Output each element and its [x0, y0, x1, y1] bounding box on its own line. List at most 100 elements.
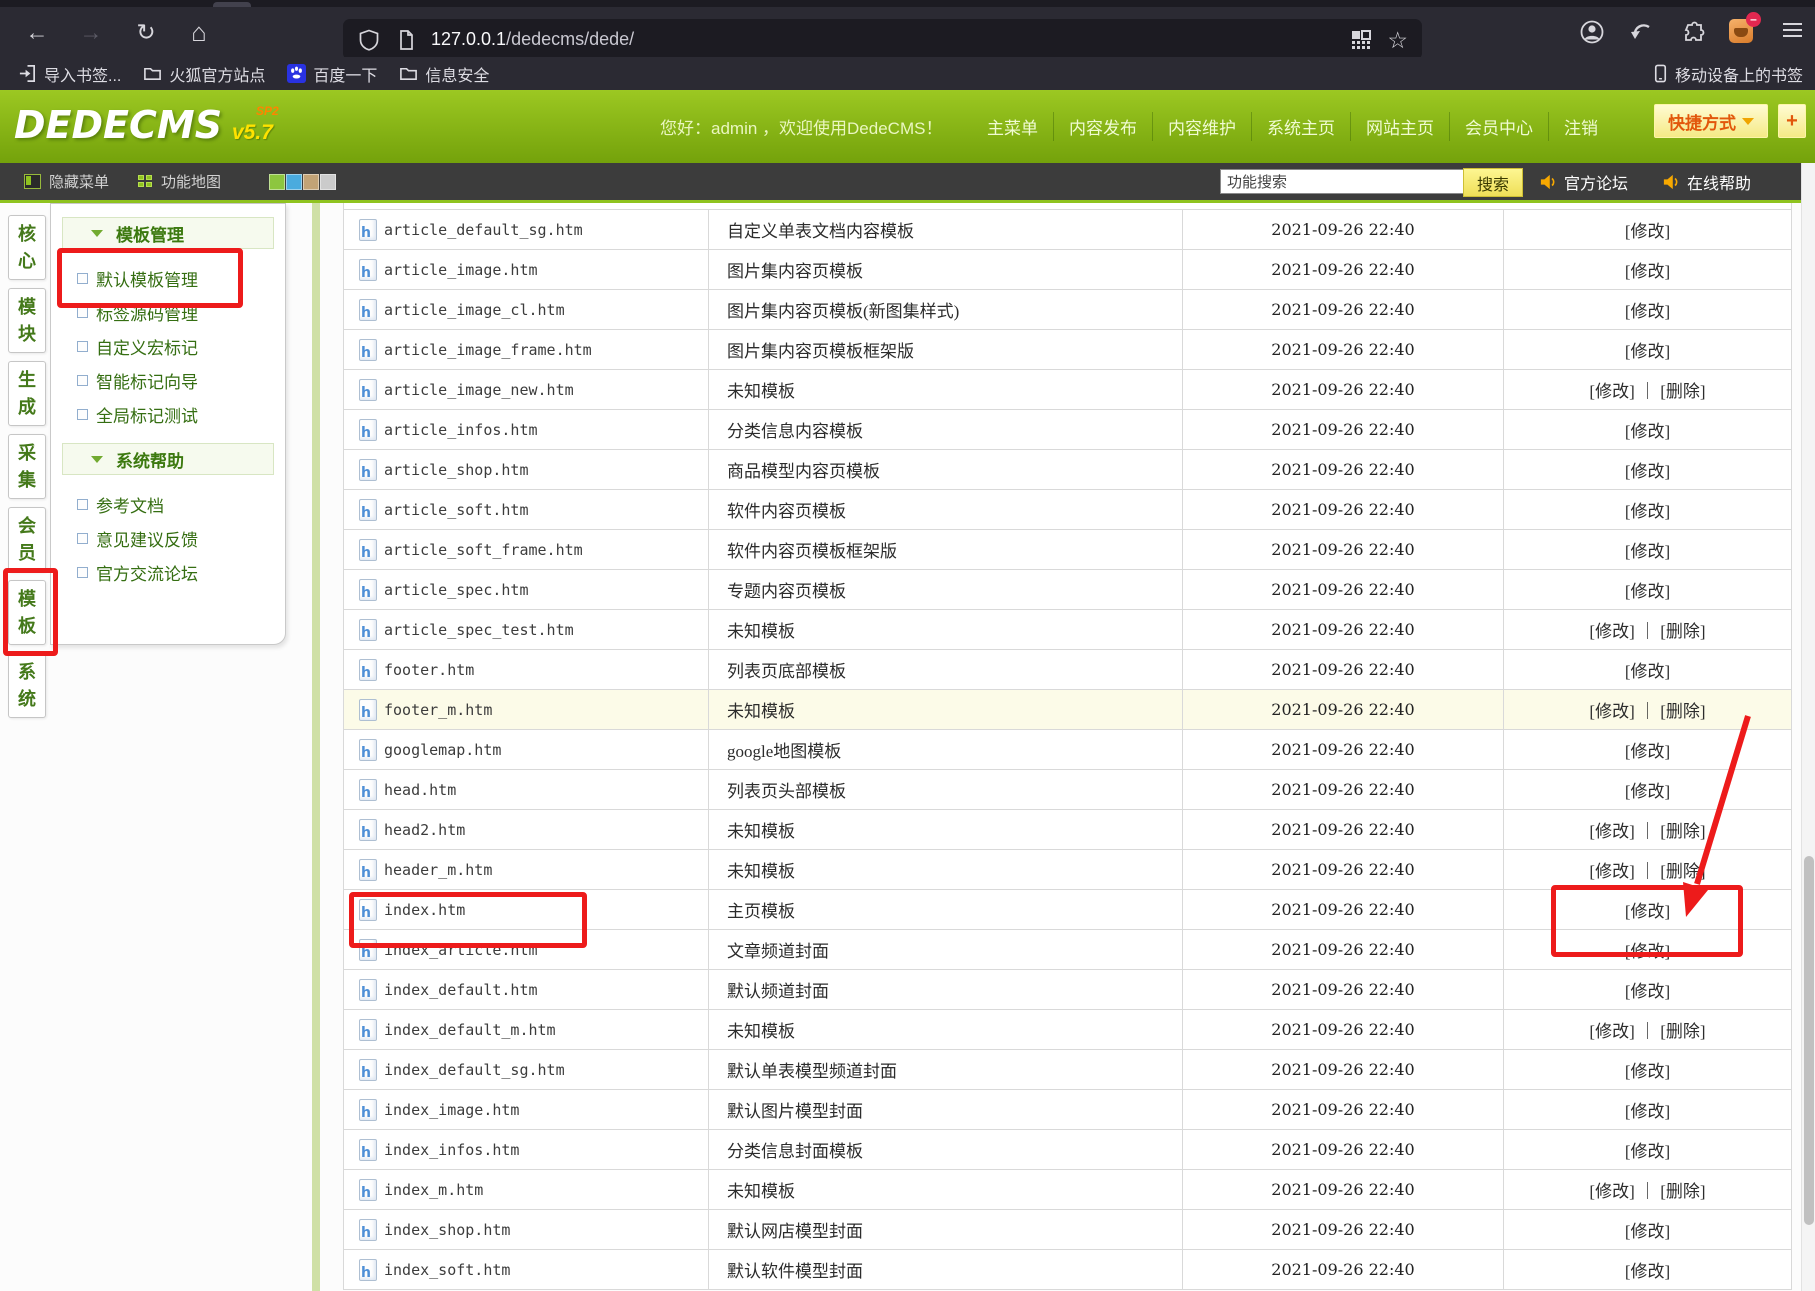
back-icon[interactable]: ← [19, 18, 55, 46]
sidebar-tab-采集[interactable]: 采集 [8, 434, 46, 499]
action-links[interactable]: [修改] ｜ [删除] [1589, 697, 1705, 722]
action-links[interactable]: [修改] ｜ [删除] [1589, 1017, 1705, 1042]
menu-item-智能标记向导[interactable]: 智能标记向导 [51, 363, 285, 397]
cell-filename: article_shop.htm [344, 450, 709, 489]
refresh-icon[interactable]: ↻ [128, 18, 164, 46]
mobile-bookmarks[interactable]: 移动设备上的书签 [1651, 57, 1803, 90]
shield-icon[interactable] [358, 29, 380, 51]
action-links[interactable]: [修改] ｜ [删除] [1589, 377, 1705, 402]
hide-menu-button[interactable]: 隐藏菜单 [24, 163, 109, 200]
cell-actions: [修改] ｜ [删除] [1504, 610, 1791, 649]
action-links[interactable]: [修改] [1625, 937, 1670, 962]
cell-description: 列表页头部模板 [709, 770, 1183, 809]
sidebar-tab-模块[interactable]: 模块 [8, 288, 46, 353]
sidebar-tab-模板-active[interactable]: 模板 [8, 580, 46, 645]
table-row: index_m.htm 未知模板 2021-09-26 22:40 [修改] ｜… [344, 1170, 1791, 1210]
cell-filename: head2.htm [344, 810, 709, 849]
action-links[interactable]: [修改] [1625, 737, 1670, 762]
action-links[interactable]: [修改] ｜ [删除] [1589, 617, 1705, 642]
action-links[interactable]: [修改] ｜ [删除] [1589, 1177, 1705, 1202]
menu-group: 模板管理 默认模板管理 标签源码管理 自定义宏标记 智能标记向导 全局标记测试 [51, 217, 285, 431]
action-links[interactable]: [修改] ｜ [删除] [1589, 857, 1705, 882]
menu-item-自定义宏标记[interactable]: 自定义宏标记 [51, 329, 285, 363]
home-icon[interactable]: ⌂ [181, 18, 217, 46]
html-file-icon [359, 1019, 377, 1041]
cell-description: 软件内容页模板框架版 [709, 530, 1183, 569]
sidebar-tab-系统[interactable]: 系统 [8, 653, 46, 718]
action-links[interactable]: [修改] [1625, 417, 1670, 442]
action-links[interactable]: [修改] [1625, 897, 1670, 922]
menu-hamburger-icon[interactable] [1779, 19, 1805, 45]
undo-arrow-icon[interactable] [1629, 19, 1655, 45]
url-bar[interactable]: 127.0.0.1/dedecms/dede/ ☆ [343, 19, 1422, 60]
action-links[interactable]: [修改] [1625, 217, 1670, 242]
action-links[interactable]: [修改] [1625, 1137, 1670, 1162]
menu-item-官方交流论坛[interactable]: 官方交流论坛 [51, 555, 285, 589]
header-nav-内容维护[interactable]: 内容维护 [1153, 112, 1252, 141]
extensions-puzzle-icon[interactable] [1679, 19, 1705, 45]
sidebar-tab-生成[interactable]: 生成 [8, 361, 46, 426]
style-swatch-icon[interactable] [286, 174, 302, 190]
page-scrollbar-thumb[interactable] [1804, 856, 1814, 1225]
action-links[interactable]: [修改] [1625, 497, 1670, 522]
action-links[interactable]: [修改] [1625, 297, 1670, 322]
menu-group-header[interactable]: 模板管理 [62, 217, 274, 249]
sidebar-tab-会员[interactable]: 会员 [8, 507, 46, 572]
sidebar-tab-核心[interactable]: 核心 [8, 215, 46, 280]
header-nav-主菜单[interactable]: 主菜单 [972, 112, 1054, 141]
table-row: article_spec.htm 专题内容页模板 2021-09-26 22:4… [344, 570, 1791, 610]
menu-item-全局标记测试[interactable]: 全局标记测试 [51, 397, 285, 431]
bookmark-item[interactable]: 火狐官方站点 [143, 62, 265, 86]
action-links[interactable]: [修改] ｜ [删除] [1589, 817, 1705, 842]
bookmark-item[interactable]: 导入书签... [18, 62, 121, 86]
url-text[interactable]: 127.0.0.1/dedecms/dede/ [431, 29, 634, 50]
header-nav-内容发布[interactable]: 内容发布 [1054, 112, 1153, 141]
menu-group-header[interactable]: 系统帮助 [62, 443, 274, 475]
official-forum-link[interactable]: 官方论坛 [1539, 163, 1628, 200]
shortcut-add-button[interactable]: + [1778, 104, 1806, 138]
action-links[interactable]: [修改] [1625, 457, 1670, 482]
page-icon[interactable] [395, 29, 417, 51]
online-help-link[interactable]: 在线帮助 [1662, 163, 1751, 200]
bookmark-star-icon[interactable]: ☆ [1387, 29, 1408, 51]
page-scrollbar-track[interactable] [1801, 163, 1815, 1291]
action-links[interactable]: [修改] [1625, 777, 1670, 802]
function-search-input[interactable] [1220, 169, 1466, 194]
menu-item-标签源码管理[interactable]: 标签源码管理 [51, 295, 285, 329]
action-links[interactable]: [修改] [1625, 977, 1670, 1002]
header-nav-注销[interactable]: 注销 [1549, 112, 1613, 141]
table-row: article_image_frame.htm 图片集内容页模板框架版 2021… [344, 330, 1791, 370]
account-icon[interactable] [1579, 19, 1605, 45]
action-links[interactable]: [修改] [1625, 1057, 1670, 1082]
shortcut-button[interactable]: 快捷方式 [1654, 104, 1768, 138]
cell-filename: googlemap.htm [344, 730, 709, 769]
action-links[interactable]: [修改] [1625, 657, 1670, 682]
cell-modified-time: 2021-09-26 22:40 [1183, 290, 1504, 329]
forward-icon[interactable]: → [73, 18, 109, 46]
action-links[interactable]: [修改] [1625, 1257, 1670, 1282]
cell-modified-time: 2021-09-26 22:40 [1183, 490, 1504, 529]
style-swatch-icon[interactable] [269, 174, 285, 190]
action-links[interactable]: [修改] [1625, 1097, 1670, 1122]
header-nav-系统主页[interactable]: 系统主页 [1252, 112, 1351, 141]
style-swatch-icon[interactable] [320, 174, 336, 190]
qr-code-icon[interactable] [1350, 29, 1372, 51]
header-nav-网站主页[interactable]: 网站主页 [1351, 112, 1450, 141]
menu-item-参考文档[interactable]: 参考文档 [51, 487, 285, 521]
menu-item-意见建议反馈[interactable]: 意见建议反馈 [51, 521, 285, 555]
action-links[interactable]: [修改] [1625, 1217, 1670, 1242]
proxy-extension-icon[interactable]: – [1729, 19, 1755, 45]
header-nav-会员中心[interactable]: 会员中心 [1450, 112, 1549, 141]
bookmark-item[interactable]: 信息安全 [399, 62, 489, 86]
search-button[interactable]: 搜索 [1463, 168, 1523, 197]
table-row: index_default_m.htm 未知模板 2021-09-26 22:4… [344, 1010, 1791, 1050]
feature-map-button[interactable]: 功能地图 [138, 163, 221, 200]
bookmark-item[interactable]: 百度一下 [287, 62, 377, 86]
style-swatch-icon[interactable] [303, 174, 319, 190]
menu-item-默认模板管理[interactable]: 默认模板管理 [51, 261, 285, 295]
action-links[interactable]: [修改] [1625, 577, 1670, 602]
action-links[interactable]: [修改] [1625, 337, 1670, 362]
cell-filename: article_image_cl.htm [344, 290, 709, 329]
action-links[interactable]: [修改] [1625, 257, 1670, 282]
action-links[interactable]: [修改] [1625, 537, 1670, 562]
